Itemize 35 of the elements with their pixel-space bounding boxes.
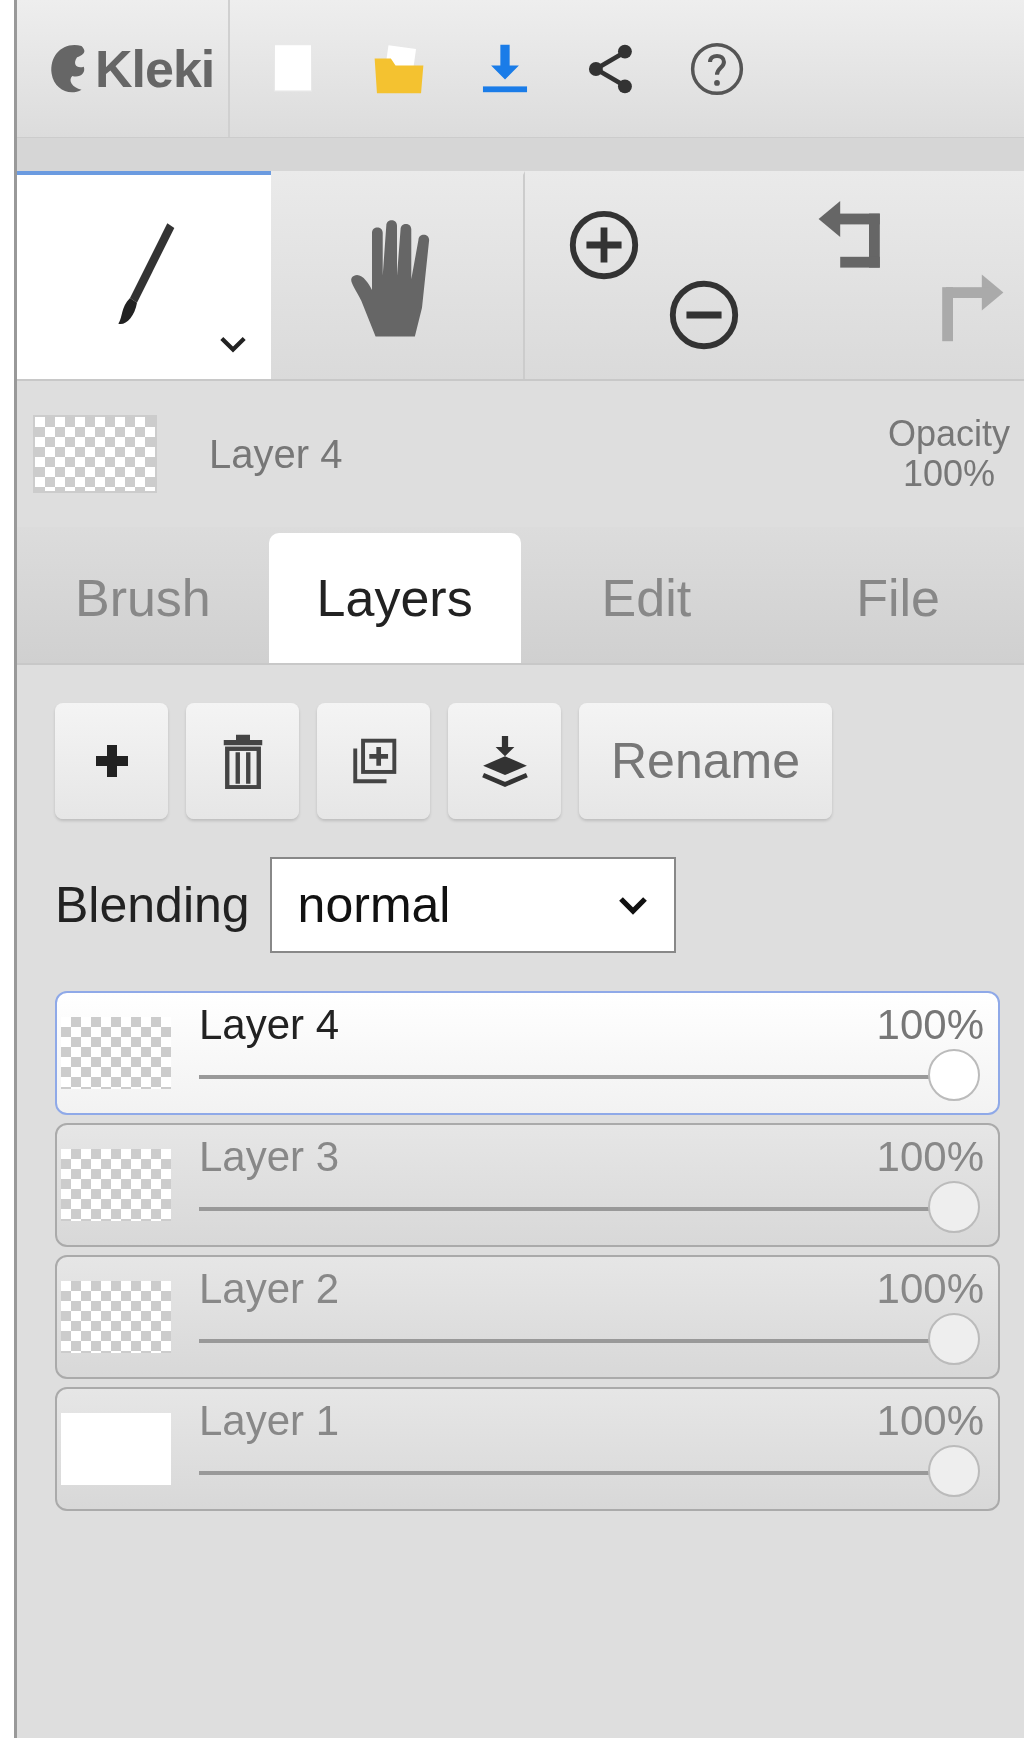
layer-name: Layer 2: [199, 1265, 340, 1313]
layer-item[interactable]: Layer 1 100%: [55, 1387, 1000, 1511]
opacity-value: 100%: [902, 454, 995, 494]
opacity-value: 100%: [876, 1397, 984, 1445]
slider-thumb[interactable]: [928, 1313, 980, 1365]
merge-layer-button[interactable]: [448, 703, 561, 819]
brush-tool[interactable]: [17, 171, 271, 379]
layer-name: Layer 4: [209, 431, 343, 477]
tab[interactable]: Brush: [17, 533, 269, 663]
blending-select[interactable]: normal: [269, 857, 676, 953]
logo-text: Kleki: [95, 38, 215, 99]
delete-layer-button[interactable]: [186, 703, 299, 819]
tab[interactable]: File: [772, 533, 1024, 663]
layer-name: Layer 1: [199, 1397, 340, 1445]
layer-name: Layer 3: [199, 1133, 340, 1181]
merge-down-icon: [479, 733, 530, 789]
layer-item[interactable]: Layer 4 100%: [55, 991, 1000, 1115]
rename-button[interactable]: Rename: [579, 703, 832, 819]
slider-thumb[interactable]: [928, 1445, 980, 1497]
slider-thumb[interactable]: [928, 1049, 980, 1101]
layer-name: Layer 4: [199, 1001, 340, 1049]
add-layer-button[interactable]: [55, 703, 168, 819]
opacity-value: 100%: [876, 1001, 984, 1049]
layer-item[interactable]: Layer 3 100%: [55, 1123, 1000, 1247]
opacity-label: Opacity: [887, 414, 1010, 454]
caret-icon: [219, 335, 247, 353]
tab[interactable]: Edit: [520, 533, 773, 663]
opacity-value: 100%: [876, 1265, 984, 1313]
slider-thumb[interactable]: [928, 1181, 980, 1233]
caret-icon: [617, 895, 648, 915]
opacity-value: 100%: [876, 1133, 984, 1181]
blending-label: Blending: [55, 876, 250, 934]
tab[interactable]: Layers: [268, 533, 521, 663]
layer-item[interactable]: Layer 2 100%: [55, 1255, 1000, 1379]
duplicate-layer-button[interactable]: [317, 703, 430, 819]
